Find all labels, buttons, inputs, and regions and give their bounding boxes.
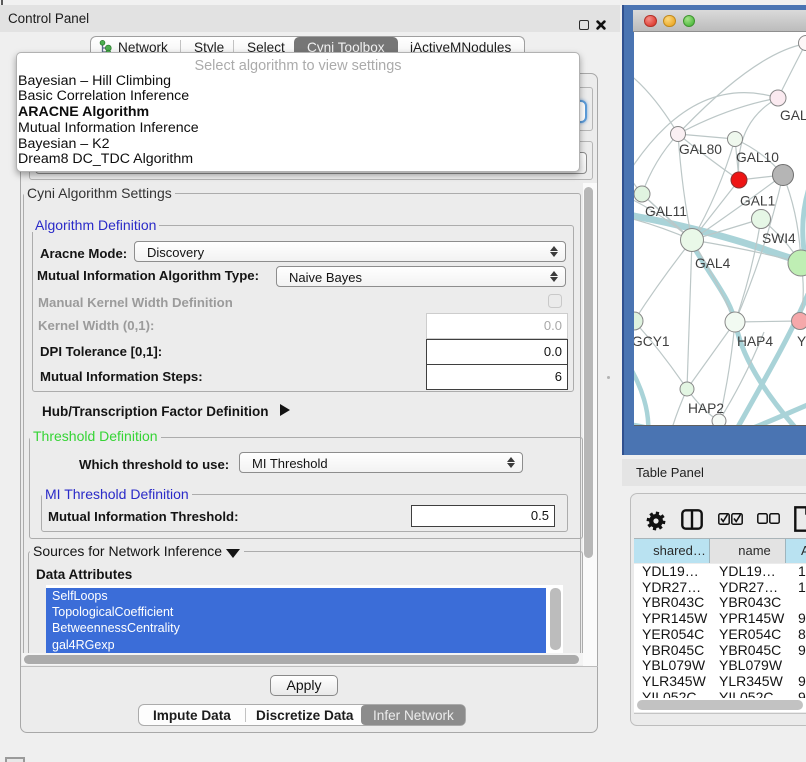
- svg-text:GAL11: GAL11: [645, 204, 687, 219]
- svg-text:GAL7: GAL7: [780, 108, 806, 123]
- svg-text:Y: Y: [797, 334, 806, 349]
- svg-text:GAL80: GAL80: [679, 142, 722, 157]
- svg-text:GAL1: GAL1: [740, 194, 775, 209]
- svg-text:HAP4: HAP4: [737, 334, 773, 349]
- svg-text:GCY1: GCY1: [634, 334, 670, 349]
- svg-text:HAP2: HAP2: [688, 401, 724, 416]
- svg-text:SWI4: SWI4: [762, 231, 796, 246]
- svg-text:GAL4: GAL4: [695, 256, 731, 271]
- svg-text:GAL10: GAL10: [736, 150, 779, 165]
